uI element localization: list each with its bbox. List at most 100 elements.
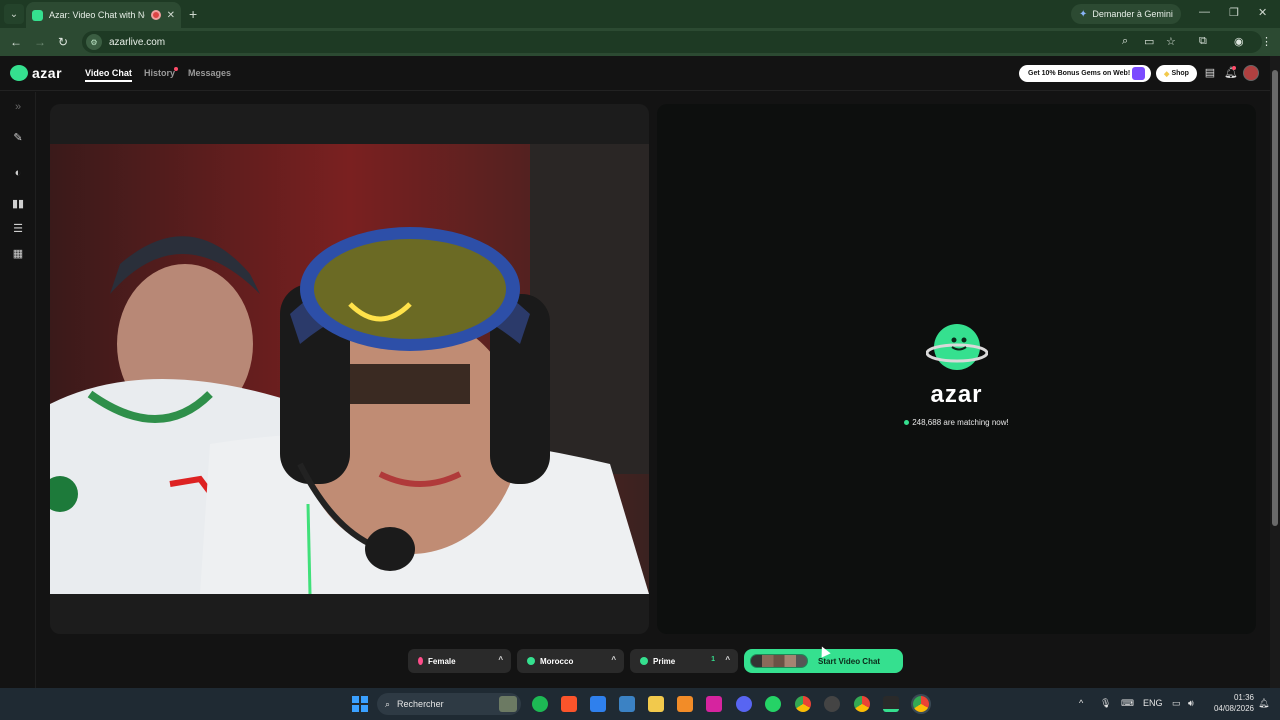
layout-stacked-icon[interactable]: ☰ bbox=[11, 222, 25, 236]
url-text: azarlive.com bbox=[109, 36, 166, 48]
brave-icon[interactable] bbox=[561, 696, 577, 712]
vlc-icon[interactable] bbox=[677, 696, 693, 712]
gender-filter[interactable]: Female ^ bbox=[408, 649, 511, 673]
recording-icon bbox=[150, 10, 161, 20]
prime-filter[interactable]: Prime 1 ^ bbox=[630, 649, 738, 673]
bonus-gems-button[interactable]: Get 10% Bonus Gems on Web! bbox=[1019, 65, 1151, 82]
instagram-icon[interactable] bbox=[706, 696, 722, 712]
chevron-up-icon: ^ bbox=[611, 655, 616, 664]
play-app-icon[interactable] bbox=[883, 696, 899, 712]
azar-favicon-icon bbox=[32, 9, 43, 21]
file-explorer-icon[interactable] bbox=[648, 696, 664, 712]
azar-planet-icon bbox=[926, 324, 988, 370]
azar-logo-icon bbox=[10, 65, 28, 81]
forward-icon[interactable]: → bbox=[34, 35, 46, 49]
center-logo-text: azar bbox=[930, 381, 983, 408]
browser-tab[interactable]: Azar: Video Chat with New ✕ bbox=[26, 2, 181, 28]
matching-count: 248,688 are matching now! bbox=[912, 418, 1009, 427]
inbox-icon[interactable]: ▤ bbox=[1204, 67, 1216, 79]
app-header: azar Video Chat History Messages Get 10%… bbox=[0, 56, 1270, 91]
cast-icon[interactable]: ▭ bbox=[1144, 35, 1154, 48]
layout-sidebar: » ✎ ◐ ▮▮ ☰ ▦ bbox=[0, 92, 36, 688]
microphone-icon[interactable]: 🎙︎ bbox=[1100, 698, 1111, 709]
chrome-active-icon[interactable] bbox=[913, 696, 929, 712]
gemini-sparkle-icon: ✦ bbox=[1079, 8, 1088, 20]
page-scrollbar[interactable] bbox=[1270, 56, 1280, 688]
bookmark-star-icon[interactable]: ☆ bbox=[1166, 35, 1176, 48]
chrome-profile-icon[interactable] bbox=[824, 696, 840, 712]
gift-icon bbox=[1132, 67, 1145, 80]
taskbar-clock[interactable]: 01:36 04/08/2026 bbox=[1206, 692, 1254, 714]
discord-icon[interactable] bbox=[736, 696, 752, 712]
reload-icon[interactable]: ↻ bbox=[58, 35, 68, 49]
shop-label: Shop bbox=[1171, 70, 1189, 77]
prime-count: 1 bbox=[711, 656, 715, 663]
azar-logo[interactable]: azar bbox=[10, 65, 62, 81]
history-notification-dot bbox=[174, 67, 178, 71]
url-bar[interactable]: ⚙ azarlive.com bbox=[82, 31, 1262, 53]
new-tab-button[interactable]: + bbox=[189, 6, 197, 22]
shop-button[interactable]: ◆ Shop bbox=[1156, 65, 1197, 82]
tab-search-button[interactable]: ⌄ bbox=[4, 4, 24, 24]
clock-date: 04/08/2026 bbox=[1213, 704, 1254, 713]
store-icon[interactable] bbox=[619, 696, 635, 712]
promo-label: Get 10% Bonus Gems on Web! bbox=[1028, 70, 1131, 77]
search-placeholder: Rechercher bbox=[397, 699, 444, 709]
close-window-icon[interactable]: ✕ bbox=[1258, 6, 1267, 19]
windows-taskbar: ⌕ Rechercher ^ 🎙︎ ⌨ ENG ▭ 🔊︎ 01:36 04/08… bbox=[0, 688, 1280, 720]
layout-side-by-side-icon[interactable]: ▮▮ bbox=[11, 197, 25, 211]
matching-status: 248,688 are matching now! bbox=[657, 418, 1256, 427]
language-indicator[interactable]: ENG bbox=[1143, 698, 1163, 708]
browser-tabbar: ⌄ Azar: Video Chat with New ✕ + ✦ Demand… bbox=[0, 0, 1280, 28]
layout-grid-icon[interactable]: ▦ bbox=[11, 247, 25, 261]
online-dot-icon bbox=[904, 420, 910, 426]
globe-icon bbox=[527, 657, 535, 665]
filter-effect-icon[interactable]: ◐ bbox=[11, 166, 25, 180]
address-toolbar: ← → ↻ ⚙ azarlive.com ⌕ ▭ ☆ ⧉ ◉ ⋮ bbox=[0, 28, 1280, 56]
network-icon[interactable]: ▭ bbox=[1172, 698, 1181, 709]
scrollbar-thumb[interactable] bbox=[1272, 70, 1278, 526]
taskbar-search[interactable]: ⌕ Rechercher bbox=[377, 693, 521, 715]
partner-video-panel: azar 248,688 are matching now! bbox=[657, 104, 1256, 634]
gemini-label: Demander à Gemini bbox=[1092, 9, 1173, 19]
country-filter[interactable]: Morocco ^ bbox=[517, 649, 624, 673]
user-avatar[interactable] bbox=[1243, 65, 1259, 81]
site-info-icon[interactable]: ⚙ bbox=[86, 34, 102, 50]
notifications-icon[interactable]: 🔔︎ bbox=[1258, 698, 1269, 709]
minimize-icon[interactable]: — bbox=[1199, 6, 1210, 18]
prime-value: Prime bbox=[653, 656, 676, 666]
self-video-panel bbox=[50, 104, 649, 634]
search-icon: ⌕ bbox=[385, 698, 391, 709]
matched-faces-avatars bbox=[750, 654, 808, 668]
back-icon[interactable]: ← bbox=[10, 35, 22, 49]
profile-icon[interactable]: ◉ bbox=[1234, 35, 1244, 48]
nav-video-chat[interactable]: Video Chat bbox=[85, 68, 132, 82]
tray-chevron-icon[interactable]: ^ bbox=[1079, 698, 1083, 708]
gender-value: Female bbox=[428, 656, 456, 666]
keyboard-icon[interactable]: ⌨ bbox=[1121, 698, 1134, 709]
volume-icon[interactable]: 🔊︎ bbox=[1188, 698, 1194, 709]
spotify-icon[interactable] bbox=[532, 696, 548, 712]
gem-icon: ◆ bbox=[1164, 70, 1170, 78]
clock-time: 01:36 bbox=[1233, 693, 1254, 702]
gemini-button[interactable]: ✦ Demander à Gemini bbox=[1071, 4, 1181, 24]
shield-app-icon[interactable] bbox=[590, 696, 606, 712]
tab-title: Azar: Video Chat with New bbox=[49, 10, 145, 20]
menu-icon[interactable]: ⋮ bbox=[1261, 35, 1272, 48]
magic-wand-icon[interactable]: ✎ bbox=[11, 131, 25, 145]
chrome-alt-icon[interactable] bbox=[854, 696, 870, 712]
nav-messages[interactable]: Messages bbox=[188, 68, 231, 78]
prime-icon bbox=[640, 657, 648, 665]
female-icon bbox=[418, 657, 423, 665]
extensions-icon[interactable]: ⧉ bbox=[1199, 35, 1207, 48]
whatsapp-icon[interactable] bbox=[765, 696, 781, 712]
windows-start-icon[interactable] bbox=[352, 696, 368, 712]
start-label: Start Video Chat bbox=[818, 656, 881, 666]
expand-sidebar-icon[interactable]: » bbox=[11, 100, 25, 114]
chrome-icon[interactable] bbox=[795, 696, 811, 712]
bell-notification-dot bbox=[1232, 66, 1236, 70]
zoom-icon[interactable]: ⌕ bbox=[1122, 35, 1128, 48]
restore-icon[interactable]: ❐ bbox=[1229, 6, 1239, 19]
close-tab-icon[interactable]: ✕ bbox=[167, 10, 175, 21]
nav-history[interactable]: History bbox=[144, 68, 175, 78]
